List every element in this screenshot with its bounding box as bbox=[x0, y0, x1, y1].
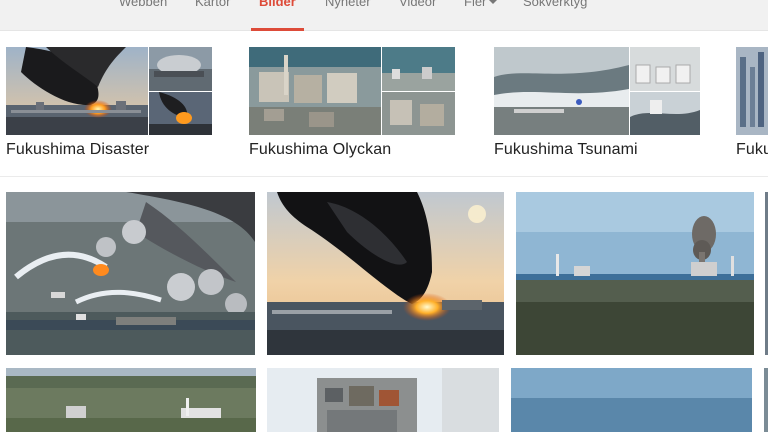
image-result[interactable] bbox=[764, 368, 768, 432]
search-tabs-bar: Webben Kartor Bilder Nyheter Videor Fler… bbox=[0, 0, 768, 31]
tab-more[interactable]: Fler bbox=[464, 0, 498, 31]
tab-news[interactable]: Nyheter bbox=[325, 0, 371, 31]
related-search-label: Fuku bbox=[736, 141, 768, 158]
tab-label: Videor bbox=[399, 0, 437, 9]
related-search-thumbnails bbox=[249, 47, 455, 135]
thumbnail-image bbox=[736, 47, 768, 135]
related-search-thumbnails bbox=[6, 47, 212, 135]
tab-web[interactable]: Webben bbox=[119, 0, 167, 31]
related-search-label: Fukushima Tsunami bbox=[494, 141, 638, 158]
tab-label: Sökverktyg bbox=[523, 0, 588, 9]
image-result[interactable] bbox=[516, 192, 754, 355]
tab-videos[interactable]: Videor bbox=[399, 0, 436, 31]
thumbnail-image bbox=[494, 47, 629, 135]
related-search-label: Fukushima Disaster bbox=[6, 141, 150, 158]
thumbnail-image bbox=[630, 47, 700, 91]
image-result[interactable] bbox=[267, 192, 504, 355]
tab-search-tools[interactable]: Sökverktyg bbox=[523, 0, 587, 31]
related-searches: Fukushima Disaster Fukushima Olyckan Fuk… bbox=[0, 31, 768, 177]
image-result[interactable] bbox=[267, 368, 499, 432]
image-result[interactable] bbox=[511, 368, 752, 432]
related-search-card[interactable]: Fukushima Tsunami bbox=[494, 47, 700, 158]
related-search-card[interactable]: Fukushima Disaster bbox=[6, 47, 212, 158]
tab-label: Fler bbox=[464, 0, 487, 9]
tab-label: Webben bbox=[119, 0, 168, 9]
related-search-thumbnails bbox=[494, 47, 700, 135]
tab-label: Nyheter bbox=[325, 0, 371, 9]
thumbnail-image bbox=[149, 92, 212, 135]
related-search-label: Fukushima Olyckan bbox=[249, 141, 392, 158]
thumbnail-image bbox=[630, 92, 700, 135]
thumbnail-image bbox=[6, 47, 148, 135]
image-result[interactable] bbox=[6, 192, 255, 355]
related-search-card[interactable]: Fuku bbox=[736, 47, 768, 158]
tab-images[interactable]: Bilder bbox=[251, 0, 304, 31]
tab-maps[interactable]: Kartor bbox=[195, 0, 230, 31]
image-result[interactable] bbox=[6, 368, 256, 432]
tab-label: Bilder bbox=[259, 0, 296, 9]
chevron-down-icon bbox=[489, 0, 498, 4]
thumbnail-image bbox=[249, 47, 381, 135]
thumbnail-image bbox=[382, 92, 455, 135]
thumbnail-image bbox=[149, 47, 212, 91]
related-search-card[interactable]: Fukushima Olyckan bbox=[249, 47, 455, 158]
tab-label: Kartor bbox=[195, 0, 231, 9]
thumbnail-image bbox=[382, 47, 455, 91]
related-search-thumbnails bbox=[736, 47, 768, 135]
